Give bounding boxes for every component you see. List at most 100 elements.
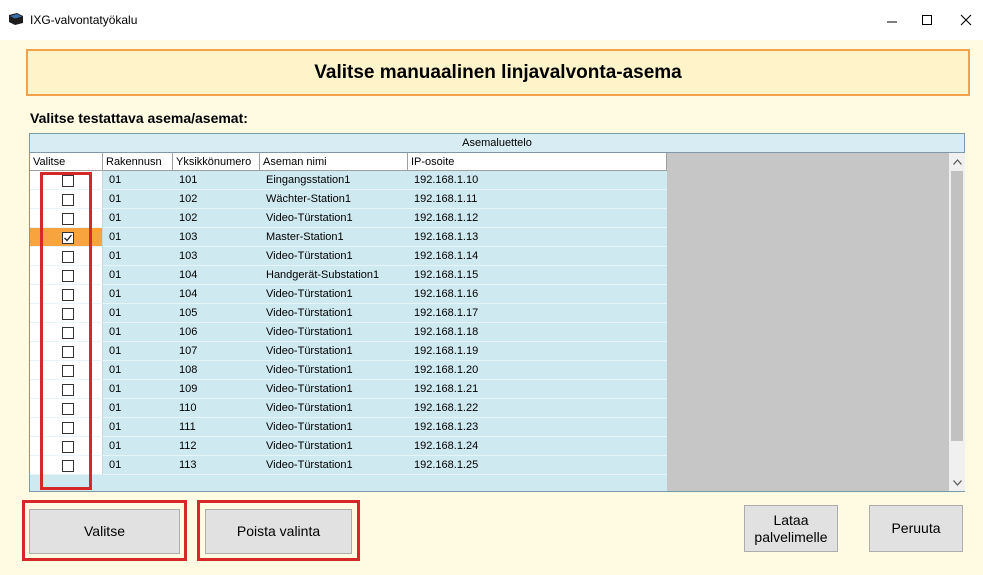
ip-cell: 192.168.1.10	[408, 171, 667, 190]
table-row[interactable]: 01 110 Video-Türstation1 192.168.1.22	[30, 399, 667, 418]
station-name-cell: Eingangsstation1	[260, 171, 408, 190]
vertical-scrollbar[interactable]	[949, 153, 965, 491]
ip-cell: 192.168.1.23	[408, 418, 667, 437]
building-cell: 01	[103, 361, 173, 380]
unit-cell: 112	[173, 437, 260, 456]
building-cell: 01	[103, 228, 173, 247]
station-name-cell: Video-Türstation1	[260, 323, 408, 342]
table-row[interactable]: 01 105 Video-Türstation1 192.168.1.17	[30, 304, 667, 323]
unit-cell: 102	[173, 209, 260, 228]
column-header-building[interactable]: Rakennusn	[103, 153, 173, 171]
ip-cell: 192.168.1.18	[408, 323, 667, 342]
column-header-ip[interactable]: IP-osoite	[408, 153, 667, 171]
station-name-cell: Video-Türstation1	[260, 304, 408, 323]
table-row[interactable]: 01 109 Video-Türstation1 192.168.1.21	[30, 380, 667, 399]
building-cell: 01	[103, 323, 173, 342]
unit-cell: 101	[173, 171, 260, 190]
station-name-cell: Video-Türstation1	[260, 399, 408, 418]
building-cell: 01	[103, 304, 173, 323]
table-row[interactable]: 01 101 Eingangsstation1 192.168.1.10	[30, 171, 667, 190]
table-row[interactable]: 01 108 Video-Türstation1 192.168.1.20	[30, 361, 667, 380]
upload-to-server-button[interactable]: Lataa palvelimelle	[744, 505, 838, 552]
upload-button-label-line2: palvelimelle	[754, 528, 828, 545]
unit-cell: 106	[173, 323, 260, 342]
station-name-cell: Video-Türstation1	[260, 285, 408, 304]
table-row[interactable]: 01 102 Wächter-Station1 192.168.1.11	[30, 190, 667, 209]
unit-cell: 104	[173, 285, 260, 304]
scroll-up-button[interactable]	[949, 153, 965, 170]
building-cell: 01	[103, 209, 173, 228]
ip-cell: 192.168.1.24	[408, 437, 667, 456]
station-name-cell: Video-Türstation1	[260, 247, 408, 266]
table-row[interactable]: 01 107 Video-Türstation1 192.168.1.19	[30, 342, 667, 361]
ip-cell: 192.168.1.17	[408, 304, 667, 323]
highlight-deselect-button	[197, 500, 360, 561]
column-header-select[interactable]: Valitse	[30, 153, 103, 171]
unit-cell: 103	[173, 247, 260, 266]
table-row[interactable]: 01 106 Video-Türstation1 192.168.1.18	[30, 323, 667, 342]
ip-cell: 192.168.1.11	[408, 190, 667, 209]
ip-cell: 192.168.1.13	[408, 228, 667, 247]
station-name-cell: Video-Türstation1	[260, 456, 408, 475]
station-list: Asemaluettelo Valitse Rakennusn Yksikkön…	[29, 133, 965, 492]
station-name-cell: Video-Türstation1	[260, 437, 408, 456]
table-row[interactable]: 01 103 Master-Station1 192.168.1.13	[30, 228, 667, 247]
station-name-cell: Handgerät-Substation1	[260, 266, 408, 285]
table-row[interactable]: 01 113 Video-Türstation1 192.168.1.25	[30, 456, 667, 475]
station-name-cell: Video-Türstation1	[260, 418, 408, 437]
unit-cell: 107	[173, 342, 260, 361]
unit-cell: 105	[173, 304, 260, 323]
building-cell: 01	[103, 437, 173, 456]
table-row[interactable]: 01 111 Video-Türstation1 192.168.1.23	[30, 418, 667, 437]
station-name-cell: Wächter-Station1	[260, 190, 408, 209]
unit-cell: 103	[173, 228, 260, 247]
ip-cell: 192.168.1.25	[408, 456, 667, 475]
station-name-cell: Master-Station1	[260, 228, 408, 247]
building-cell: 01	[103, 380, 173, 399]
cancel-button[interactable]: Peruuta	[869, 505, 963, 552]
app-icon	[8, 12, 24, 26]
section-label: Valitse testattava asema/asemat:	[30, 110, 248, 126]
window-title: IXG-valvontatyökalu	[30, 13, 138, 27]
unit-cell: 104	[173, 266, 260, 285]
scroll-up-icon	[952, 158, 962, 165]
station-grid: Valitse Rakennusn Yksikkönumero Aseman n…	[30, 153, 667, 491]
maximize-icon	[922, 15, 932, 25]
scroll-down-button[interactable]	[949, 474, 965, 491]
close-button[interactable]	[953, 8, 979, 32]
table-row[interactable]: 01 104 Video-Türstation1 192.168.1.16	[30, 285, 667, 304]
station-name-cell: Video-Türstation1	[260, 342, 408, 361]
close-icon	[960, 14, 972, 26]
unit-cell: 109	[173, 380, 260, 399]
upload-button-label-line1: Lataa	[773, 511, 809, 528]
station-name-cell: Video-Türstation1	[260, 209, 408, 228]
building-cell: 01	[103, 418, 173, 437]
ip-cell: 192.168.1.12	[408, 209, 667, 228]
column-header-unit[interactable]: Yksikkönumero	[173, 153, 260, 171]
table-row[interactable]: 01 104 Handgerät-Substation1 192.168.1.15	[30, 266, 667, 285]
station-list-caption: Asemaluettelo	[30, 134, 964, 153]
station-name-cell: Video-Türstation1	[260, 361, 408, 380]
minimize-icon	[887, 21, 897, 23]
ip-cell: 192.168.1.15	[408, 266, 667, 285]
minimize-button[interactable]	[879, 8, 905, 32]
building-cell: 01	[103, 285, 173, 304]
building-cell: 01	[103, 342, 173, 361]
building-cell: 01	[103, 171, 173, 190]
table-row[interactable]: 01 103 Video-Türstation1 192.168.1.14	[30, 247, 667, 266]
scroll-thumb[interactable]	[951, 171, 963, 441]
building-cell: 01	[103, 190, 173, 209]
page-title: Valitse manuaalinen linjavalvonta-asema	[314, 61, 682, 83]
building-cell: 01	[103, 247, 173, 266]
unit-cell: 111	[173, 418, 260, 437]
station-name-cell: Video-Türstation1	[260, 380, 408, 399]
maximize-button[interactable]	[914, 8, 940, 32]
table-row[interactable]: 01 102 Video-Türstation1 192.168.1.12	[30, 209, 667, 228]
title-bar: IXG-valvontatyökalu	[0, 0, 983, 40]
column-header-name[interactable]: Aseman nimi	[260, 153, 408, 171]
table-row[interactable]: 01 112 Video-Türstation1 192.168.1.24	[30, 437, 667, 456]
building-cell: 01	[103, 399, 173, 418]
ip-cell: 192.168.1.22	[408, 399, 667, 418]
ip-cell: 192.168.1.19	[408, 342, 667, 361]
scroll-down-icon	[952, 479, 962, 486]
